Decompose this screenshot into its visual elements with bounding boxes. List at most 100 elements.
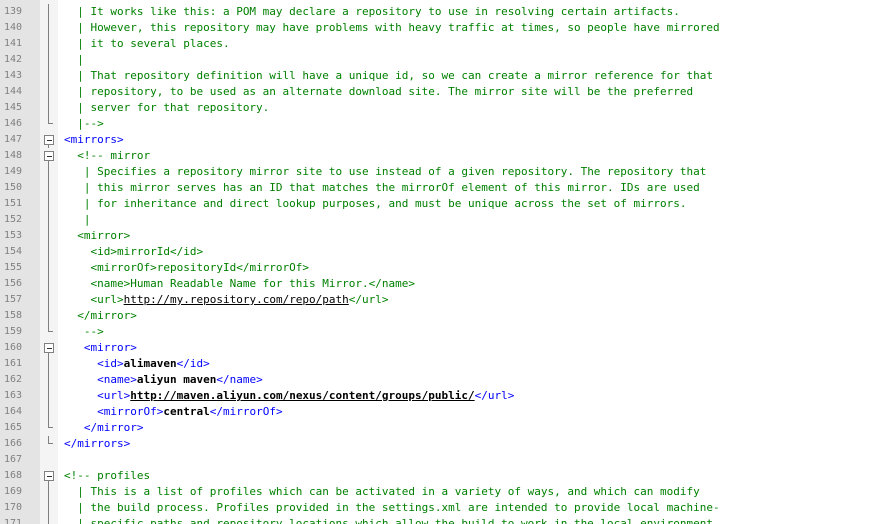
code-line[interactable]: 141 | it to several places.	[0, 36, 885, 52]
code-line[interactable]: 161 <id>alimaven</id>	[0, 356, 885, 372]
code-line[interactable]: 157 <url>http://my.repository.com/repo/p…	[0, 292, 885, 308]
code-line[interactable]: 156 <name>Human Readable Name for this M…	[0, 276, 885, 292]
comment-text: |-->	[77, 117, 104, 130]
line-number: 168	[3, 470, 22, 481]
code-text: |	[64, 212, 91, 228]
comment-text: | specific paths and repository location…	[77, 517, 720, 524]
line-number: 152	[3, 214, 22, 225]
fold-guide-line	[44, 484, 54, 500]
comment-text: | this mirror serves has an ID that matc…	[83, 181, 700, 194]
code-line[interactable]: 147 <mirrors>	[0, 132, 885, 148]
comment-text: | This is a list of profiles which can b…	[77, 485, 700, 498]
code-text: -->	[64, 324, 104, 340]
url-link[interactable]: http://my.repository.com/repo/path	[124, 293, 349, 306]
comment-text: |	[77, 53, 84, 66]
line-number: 150	[3, 182, 22, 193]
fold-guide-line	[44, 276, 54, 292]
code-text: <url>http://maven.aliyun.com/nexus/conte…	[64, 388, 514, 404]
line-number: 151	[3, 198, 22, 209]
comment-text: | However, this repository may have prob…	[77, 21, 720, 34]
code-line[interactable]: 170 | the build process. Profiles provid…	[0, 500, 885, 516]
code-line[interactable]: 158 </mirror>	[0, 308, 885, 324]
url-link[interactable]: http://maven.aliyun.com/nexus/content/gr…	[130, 389, 474, 402]
code-line[interactable]: 144 | repository, to be used as an alter…	[0, 84, 885, 100]
code-text: | the build process. Profiles provided i…	[64, 500, 720, 516]
code-line[interactable]: 165 </mirror>	[0, 420, 885, 436]
code-line[interactable]: 169 | This is a list of profiles which c…	[0, 484, 885, 500]
code-line[interactable]: 171 | specific paths and repository loca…	[0, 516, 885, 524]
code-line[interactable]: 151 | for inheritance and direct lookup …	[0, 196, 885, 212]
code-line[interactable]: 166 </mirrors>	[0, 436, 885, 452]
code-text: <name>Human Readable Name for this Mirro…	[64, 276, 416, 292]
xml-tag: </mirrors>	[64, 437, 131, 450]
code-line[interactable]: 140 | However, this repository may have …	[0, 20, 885, 36]
code-line[interactable]: 152 |	[0, 212, 885, 228]
fold-guide-line	[44, 84, 54, 100]
fold-collapse-icon[interactable]	[44, 132, 54, 148]
code-text: |-->	[64, 116, 104, 132]
comment-text: | That repository definition will have a…	[77, 69, 714, 82]
fold-guide-line	[44, 516, 54, 524]
code-line[interactable]: 150 | this mirror serves has an ID that …	[0, 180, 885, 196]
fold-collapse-icon[interactable]	[44, 468, 54, 484]
code-line[interactable]: 142 |	[0, 52, 885, 68]
xml-tag: </id>	[176, 357, 210, 370]
comment-text: <mirrorOf>repositoryId</mirrorOf>	[90, 261, 310, 274]
fold-empty	[44, 452, 54, 468]
code-text: | server for that repository.	[64, 100, 269, 116]
code-line[interactable]: 167	[0, 452, 885, 468]
code-line[interactable]: 155 <mirrorOf>repositoryId</mirrorOf>	[0, 260, 885, 276]
line-number: 141	[3, 38, 22, 49]
code-line[interactable]: 160 <mirror>	[0, 340, 885, 356]
line-number: 170	[3, 502, 22, 513]
fold-guide-line	[44, 244, 54, 260]
fold-guide-line	[44, 196, 54, 212]
comment-text: <id>mirrorId</id>	[90, 245, 204, 258]
fold-collapse-icon[interactable]	[44, 148, 54, 164]
fold-collapse-icon[interactable]	[44, 340, 54, 356]
code-line[interactable]: 168 <!-- profiles	[0, 468, 885, 484]
code-line[interactable]: 146 |-->	[0, 116, 885, 132]
code-line[interactable]: 145 | server for that repository.	[0, 100, 885, 116]
code-text: | However, this repository may have prob…	[64, 20, 720, 36]
code-line[interactable]: 139 | It works like this: a POM may decl…	[0, 4, 885, 20]
comment-text: | the build process. Profiles provided i…	[77, 501, 720, 514]
code-line[interactable]: 163 <url>http://maven.aliyun.com/nexus/c…	[0, 388, 885, 404]
code-text: | this mirror serves has an ID that matc…	[64, 180, 700, 196]
code-line[interactable]: 159 -->	[0, 324, 885, 340]
code-line[interactable]: 164 <mirrorOf>central</mirrorOf>	[0, 404, 885, 420]
code-text: |	[64, 52, 84, 68]
fold-guide-line	[44, 68, 54, 84]
code-line[interactable]: 143 | That repository definition will ha…	[0, 68, 885, 84]
code-editor[interactable]: 139 | It works like this: a POM may decl…	[0, 0, 885, 524]
code-text: </mirror>	[64, 308, 137, 324]
xml-tag: </mirrorOf>	[209, 405, 283, 418]
comment-text: <!-- profiles	[64, 469, 151, 482]
code-line[interactable]: 153 <mirror>	[0, 228, 885, 244]
comment-text: | for inheritance and direct lookup purp…	[83, 197, 687, 210]
code-line[interactable]: 154 <id>mirrorId</id>	[0, 244, 885, 260]
line-number: 163	[3, 390, 22, 401]
line-number: 158	[3, 310, 22, 321]
code-line[interactable]: 149 | Specifies a repository mirror site…	[0, 164, 885, 180]
fold-guide-line	[44, 404, 54, 420]
element-value: alimaven	[123, 357, 177, 370]
xml-tag: <url>	[97, 389, 131, 402]
code-line[interactable]: 148 <!-- mirror	[0, 148, 885, 164]
line-number: 155	[3, 262, 22, 273]
code-line[interactable]: 162 <name>aliyun maven</name>	[0, 372, 885, 388]
